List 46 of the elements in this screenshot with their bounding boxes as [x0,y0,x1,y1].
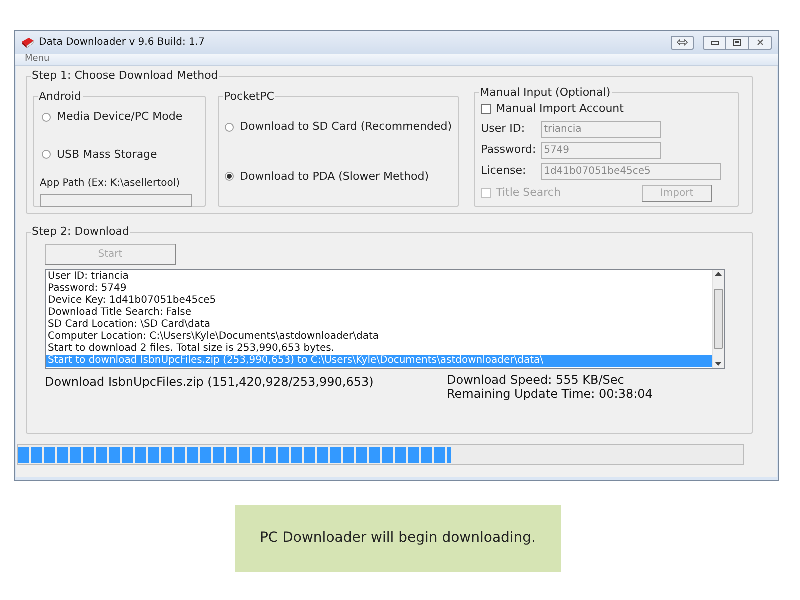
radio-label: Download to SD Card (Recommended) [240,119,452,135]
menu-item[interactable]: Menu [25,55,50,64]
field-label: User ID: [481,120,526,137]
minimize-button[interactable] [703,36,726,50]
log-line[interactable]: SD Card Location: \SD Card\data [46,318,712,330]
app-path-field[interactable] [40,194,192,207]
log-line[interactable]: Computer Location: C:\Users\Kyle\Documents\astdownloader\data [46,330,712,342]
double-arrow-icon [677,39,688,46]
radio-label: USB Mass Storage [57,146,158,162]
field-label: Password: [481,142,538,158]
log-line[interactable]: Device Key: 1d41b07051be45ce5 [46,294,712,306]
caption-text: PC Downloader will begin downloading. [260,529,536,548]
group-title: PocketPC [223,88,276,104]
restore-button[interactable] [671,36,694,50]
radio-label: Download to PDA (Slower Method) [240,168,430,184]
close-icon [756,39,764,46]
close-button[interactable] [749,36,772,50]
group-title: Android [38,88,83,104]
radio-button[interactable] [42,112,51,122]
minimize-icon [710,40,718,44]
log-line[interactable]: User ID: triancia [46,270,712,282]
maximize-icon [733,39,741,46]
checkbox-label: Manual Import Account [496,101,624,117]
scrollbar[interactable] [712,270,724,368]
radio-button[interactable] [225,172,234,182]
log-line[interactable]: Download Title Search: False [46,306,712,318]
scroll-down-icon[interactable] [715,362,722,366]
field-label: License: [481,162,528,179]
radio-button[interactable] [42,150,51,160]
download-speed: Download Speed: 555 KB/Sec [447,372,626,386]
log-line[interactable]: Password: 5749 [46,282,712,294]
checkbox[interactable] [481,104,492,114]
radio-button[interactable] [225,122,234,132]
file-status: Download IsbnUpcFiles.zip (151,420,928/253,990,653) [45,374,375,390]
maximize-button[interactable] [726,36,749,50]
group-title: Step 2: Download [31,224,130,240]
group-title: Step 1: Choose Download Method [31,68,220,84]
book-icon [21,36,35,48]
log-line[interactable]: Start to download 2 files. Total size is 253,990,653 bytes. [46,342,712,354]
window-title: Data Downloader v 9.6 Build: 1.7 [39,36,205,50]
scroll-up-icon[interactable] [715,272,722,276]
remaining-time: Remaining Update Time: 00:38:04 [447,386,653,400]
app-path-label: App Path (Ex: K:\asellertool) [40,177,181,191]
group-title: Manual Input (Optional) [479,84,612,100]
radio-label: Media Device/PC Mode [57,109,183,125]
checkbox-label: Title Search [496,184,561,201]
